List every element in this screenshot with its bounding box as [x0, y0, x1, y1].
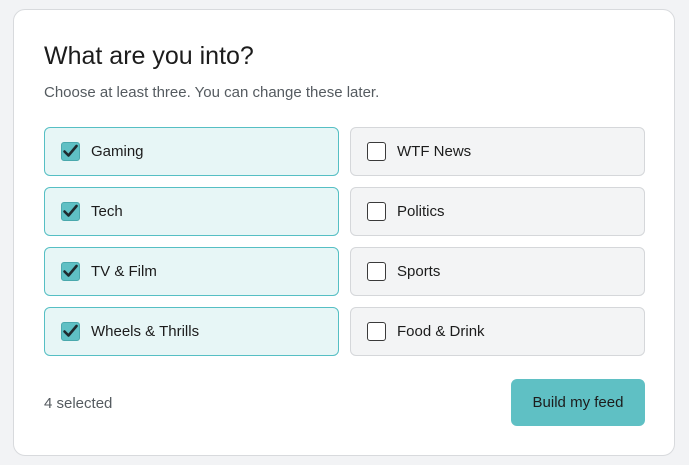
- checkbox-checked[interactable]: [61, 142, 80, 161]
- page-subtitle: Choose at least three. You can change th…: [44, 84, 380, 101]
- interest-option-gaming[interactable]: Gaming: [44, 127, 339, 176]
- interest-options-grid: Gaming WTF News Tech Politics TV & Film …: [44, 127, 645, 356]
- interest-option-label: Sports: [397, 262, 441, 280]
- interest-option-tv-film[interactable]: TV & Film: [44, 247, 339, 296]
- interest-option-tech[interactable]: Tech: [44, 187, 339, 236]
- page-title: What are you into?: [44, 42, 254, 70]
- interest-option-label: Wheels & Thrills: [91, 322, 200, 340]
- interest-option-label: TV & Film: [91, 262, 157, 280]
- interest-option-wheels-thrills[interactable]: Wheels & Thrills: [44, 307, 339, 356]
- interest-option-label: Tech: [91, 202, 123, 220]
- interest-option-label: Food & Drink: [397, 322, 485, 340]
- checkbox-checked[interactable]: [61, 202, 80, 221]
- onboarding-card: What are you into? Choose at least three…: [13, 9, 675, 456]
- check-icon: [63, 204, 78, 217]
- check-icon: [63, 264, 78, 277]
- check-icon: [63, 144, 78, 157]
- interest-option-wtf-news[interactable]: WTF News: [350, 127, 645, 176]
- interest-option-food-drink[interactable]: Food & Drink: [350, 307, 645, 356]
- check-icon: [63, 324, 78, 337]
- checkbox-checked[interactable]: [61, 322, 80, 341]
- interest-option-label: Gaming: [91, 142, 144, 160]
- checkbox-checked[interactable]: [61, 262, 80, 281]
- checkbox-unchecked[interactable]: [367, 142, 386, 161]
- checkbox-unchecked[interactable]: [367, 322, 386, 341]
- interest-option-label: Politics: [397, 202, 445, 220]
- interest-option-sports[interactable]: Sports: [350, 247, 645, 296]
- interest-option-politics[interactable]: Politics: [350, 187, 645, 236]
- checkbox-unchecked[interactable]: [367, 202, 386, 221]
- build-feed-button[interactable]: Build my feed: [511, 379, 645, 426]
- interest-option-label: WTF News: [397, 142, 472, 160]
- checkbox-unchecked[interactable]: [367, 262, 386, 281]
- selected-count: 4 selected: [44, 395, 113, 412]
